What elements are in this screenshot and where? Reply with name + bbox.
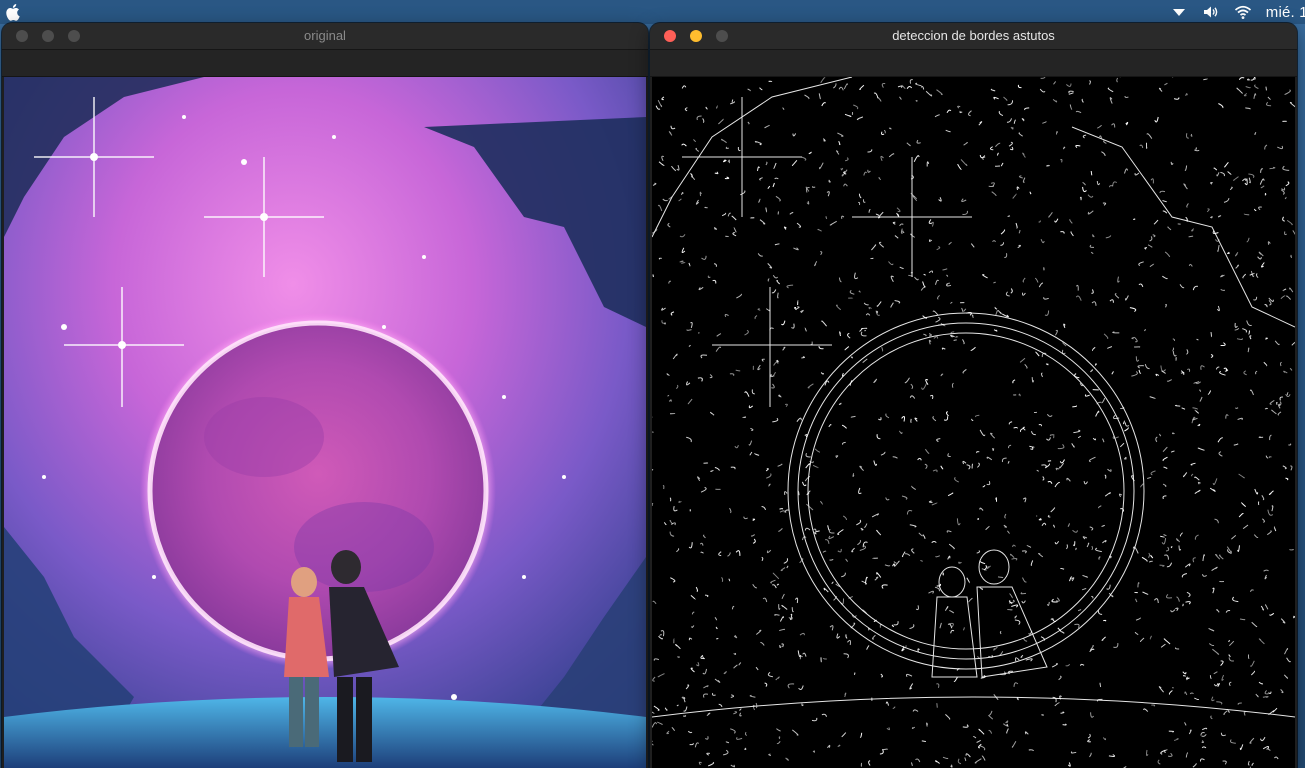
window-titlebar[interactable]: original (2, 23, 648, 50)
window-edge-detection[interactable]: deteccion de bordes astutos (650, 23, 1297, 768)
window-titlebar[interactable]: deteccion de bordes astutos (650, 23, 1297, 50)
menu-clock[interactable]: mié. 1( (1266, 4, 1305, 21)
window-title: original (304, 28, 346, 43)
original-image-canvas (4, 77, 646, 768)
apple-icon[interactable] (6, 3, 22, 21)
menu-bar: mié. 1( (0, 0, 1305, 24)
window-toolbar (2, 50, 648, 77)
window-title: deteccion de bordes astutos (892, 28, 1055, 43)
chevron-down-icon[interactable] (1170, 4, 1188, 20)
original-image (4, 77, 646, 768)
wifi-icon[interactable] (1234, 4, 1252, 20)
desktop: mié. 1( original (0, 0, 1305, 768)
edge-image-canvas (652, 77, 1295, 768)
status-area: mié. 1( (1170, 0, 1305, 24)
edge-image (652, 77, 1295, 768)
window-toolbar (650, 50, 1297, 77)
volume-icon[interactable] (1202, 4, 1220, 20)
window-original[interactable]: original (2, 23, 648, 768)
